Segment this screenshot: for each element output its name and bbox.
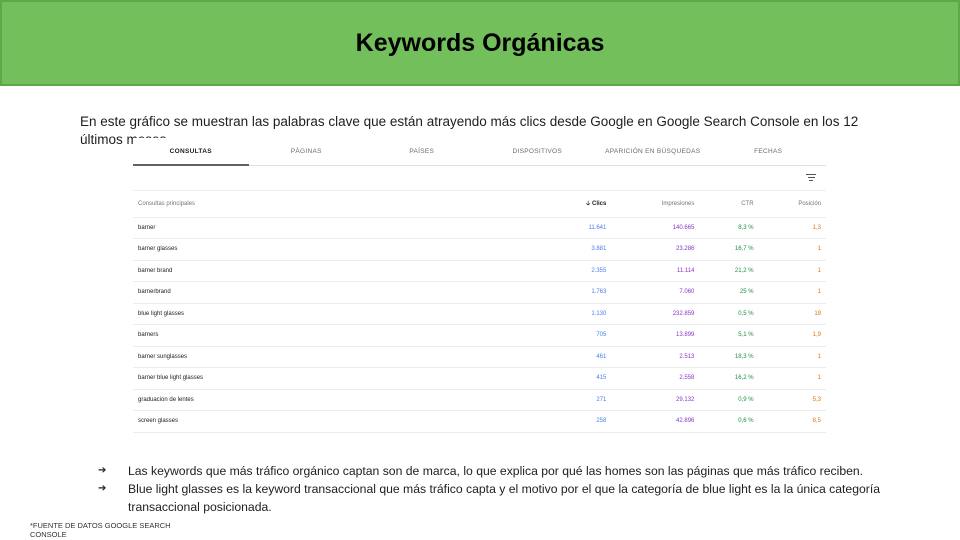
clicks-cell: 705 (548, 324, 612, 347)
ctr-cell: 16,7 % (699, 238, 759, 261)
query-cell: barner glasses (133, 238, 549, 261)
ctr-cell: 21,2 % (699, 260, 759, 282)
tab-aparicion-en-busquedas[interactable]: APARICIÓN EN BÚSQUEDAS (595, 138, 711, 165)
slide-title: Keywords Orgánicas (355, 28, 605, 57)
tab-fechas[interactable]: FECHAS (711, 138, 827, 165)
column-header-query[interactable]: Consultas principales (133, 191, 549, 218)
clicks-cell: 1.763 (548, 281, 612, 304)
ctr-cell: 18,3 % (699, 346, 759, 368)
ctr-cell: 0,9 % (699, 389, 759, 411)
query-cell: barner blue light glasses (133, 367, 549, 390)
tab-paginas[interactable]: PÁGINAS (249, 138, 365, 165)
tab-paises[interactable]: PAÍSES (364, 138, 480, 165)
ctr-cell: 16,2 % (699, 367, 759, 390)
table-row[interactable]: barner glasses 3.881 23.286 16,7 % 1 (133, 238, 826, 261)
table-row[interactable]: barner brand 2.355 11.114 21,2 % 1 (133, 260, 826, 282)
search-console-panel: CONSULTAS PÁGINAS PAÍSES DISPOSITIVOS AP… (133, 138, 826, 434)
clicks-cell: 11.641 (548, 217, 612, 239)
impressions-cell: 2.558 (611, 367, 700, 390)
table-row[interactable]: screen glasses 258 42.896 0,6 % 8,5 (133, 410, 826, 433)
position-cell: 8,5 (758, 410, 826, 433)
position-cell: 1 (758, 238, 826, 261)
impressions-cell: 11.114 (611, 260, 700, 282)
ctr-cell: 8,3 % (699, 217, 759, 239)
clicks-cell: 271 (548, 389, 612, 411)
position-cell: 1 (758, 260, 826, 282)
column-header-ctr[interactable]: CTR (699, 191, 759, 218)
column-header-position[interactable]: Posición (758, 191, 826, 218)
table-row[interactable]: barner sunglasses 461 2.513 18,3 % 1 (133, 346, 826, 368)
impressions-cell: 232.859 (611, 303, 700, 325)
ctr-cell: 25 % (699, 281, 759, 304)
column-header-clicks[interactable]: 🡣 Clics (548, 191, 612, 218)
clicks-cell: 3.881 (548, 238, 612, 261)
ctr-cell: 0,6 % (699, 410, 759, 433)
impressions-cell: 29.132 (611, 389, 700, 411)
query-cell: blue light glasses (133, 303, 549, 325)
query-cell: barner (133, 217, 549, 239)
clicks-cell: 461 (548, 346, 612, 368)
position-cell: 1 (758, 281, 826, 304)
position-cell: 5,3 (758, 389, 826, 411)
impressions-cell: 13.899 (611, 324, 700, 347)
bullet-item: Las keywords que más tráfico orgánico ca… (98, 462, 888, 480)
filter-icon[interactable] (806, 174, 816, 182)
position-cell: 1 (758, 367, 826, 390)
table-row[interactable]: barnerbrand 1.763 7.060 25 % 1 (133, 281, 826, 304)
impressions-cell: 7.060 (611, 281, 700, 304)
ctr-cell: 0,5 % (699, 303, 759, 325)
table-row[interactable]: blue light glasses 1.130 232.859 0,5 % 19 (133, 303, 826, 325)
clicks-cell: 415 (548, 367, 612, 390)
table-row[interactable]: barners 705 13.899 5,1 % 1,9 (133, 324, 826, 347)
query-cell: graduacion de lentes (133, 389, 549, 411)
tab-dispositivos[interactable]: DISPOSITIVOS (480, 138, 596, 165)
position-cell: 1,9 (758, 324, 826, 347)
position-cell: 1 (758, 346, 826, 368)
column-header-clicks-label: Clics (592, 200, 607, 207)
impressions-cell: 140.665 (611, 217, 700, 239)
query-cell: barner sunglasses (133, 346, 549, 368)
slide-header: Keywords Orgánicas (0, 0, 960, 86)
tab-consultas[interactable]: CONSULTAS (133, 138, 249, 166)
queries-table: Consultas principales 🡣 Clics Impresione… (133, 191, 826, 433)
source-footnote: *FUENTE DE DATOS GOOGLE SEARCH CONSOLE (30, 521, 171, 539)
ctr-cell: 5,1 % (699, 324, 759, 347)
position-cell: 19 (758, 303, 826, 325)
impressions-cell: 23.286 (611, 238, 700, 261)
arrow-down-icon: 🡣 (586, 200, 591, 207)
query-cell: barner brand (133, 260, 549, 282)
impressions-cell: 2.513 (611, 346, 700, 368)
table-header-row: Consultas principales 🡣 Clics Impresione… (133, 191, 826, 218)
report-tabs: CONSULTAS PÁGINAS PAÍSES DISPOSITIVOS AP… (133, 138, 826, 166)
query-cell: barners (133, 324, 549, 347)
clicks-cell: 1.130 (548, 303, 612, 325)
impressions-cell: 42.896 (611, 410, 700, 433)
bullet-item: Blue light glasses es la keyword transac… (98, 480, 888, 516)
query-cell: barnerbrand (133, 281, 549, 304)
position-cell: 1,3 (758, 217, 826, 239)
column-header-impressions[interactable]: Impresiones (611, 191, 700, 218)
clicks-cell: 258 (548, 410, 612, 433)
table-row[interactable]: graduacion de lentes 271 29.132 0,9 % 5,3 (133, 389, 826, 411)
table-row[interactable]: barner 11.641 140.665 8,3 % 1,3 (133, 217, 826, 239)
table-row[interactable]: barner blue light glasses 415 2.558 16,2 % 1 (133, 367, 826, 390)
query-cell: screen glasses (133, 410, 549, 433)
table-toolbar (133, 166, 826, 191)
clicks-cell: 2.355 (548, 260, 612, 282)
bullet-list: Las keywords que más tráfico orgánico ca… (98, 462, 888, 516)
